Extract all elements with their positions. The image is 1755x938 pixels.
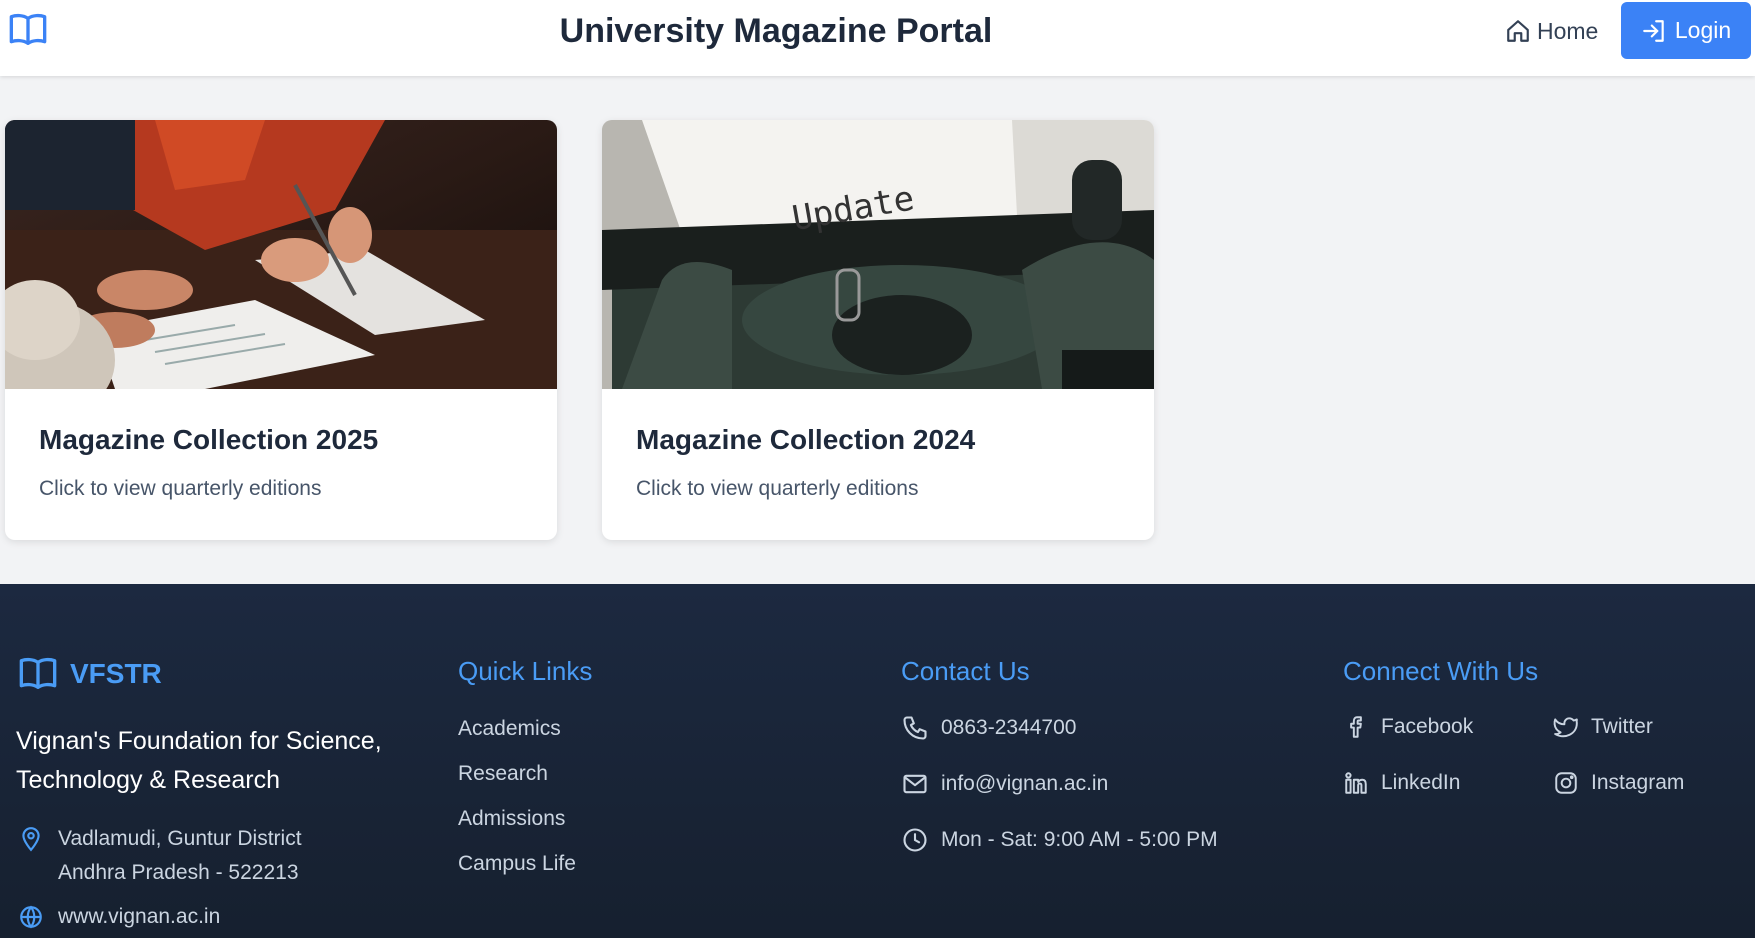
card-title: Magazine Collection 2024 xyxy=(636,424,976,455)
connect-heading: Connect With Us xyxy=(1343,656,1539,686)
phone-icon xyxy=(903,716,927,740)
home-link-label: Home xyxy=(1537,17,1599,44)
quick-link-research[interactable]: Research xyxy=(458,759,576,804)
brand-name: VFSTR xyxy=(70,658,162,689)
website-link[interactable]: www.vignan.ac.in xyxy=(18,900,220,934)
magazine-card-2024[interactable]: Update Magazine Collection 2024 Click to… xyxy=(602,120,1154,540)
institution-name: Vignan's Foundation for Science, Technol… xyxy=(16,727,382,794)
globe-icon xyxy=(20,905,42,929)
top-header: University Magazine Portal Home Login xyxy=(0,0,1755,76)
address: Vadlamudi, Guntur District Andhra Prades… xyxy=(18,822,302,890)
facebook-label: Facebook xyxy=(1381,715,1474,738)
social-twitter[interactable]: Twitter xyxy=(1553,714,1653,740)
website-label: www.vignan.ac.in xyxy=(58,905,221,928)
twitter-icon xyxy=(1553,717,1578,738)
home-link[interactable]: Home xyxy=(1505,15,1598,47)
card-subtitle: Click to view quarterly editions xyxy=(39,477,322,500)
facebook-icon xyxy=(1350,716,1362,738)
contact-hours: Mon - Sat: 9:00 AM - 5:00 PM xyxy=(901,826,1218,854)
site-footer: VFSTR Vignan's Foundation for Science, T… xyxy=(0,584,1755,938)
login-button[interactable]: Login xyxy=(1621,2,1751,59)
address-line-2: Andhra Pradesh - 522213 xyxy=(58,861,299,884)
page-title: University Magazine Portal xyxy=(559,12,993,50)
email-address: info@vignan.ac.in xyxy=(941,772,1109,795)
quick-link-campus-life[interactable]: Campus Life xyxy=(458,849,576,894)
twitter-label: Twitter xyxy=(1591,715,1653,738)
location-pin-icon xyxy=(22,827,40,852)
home-icon xyxy=(1507,20,1529,42)
open-book-icon xyxy=(19,657,57,689)
magazine-card-2025[interactable]: Magazine Collection 2025 Click to view q… xyxy=(5,120,557,540)
contact-email[interactable]: info@vignan.ac.in xyxy=(901,770,1108,798)
social-linkedin[interactable]: LinkedIn xyxy=(1343,770,1460,796)
card-image-typewriter: Update xyxy=(602,120,1154,389)
clock-icon xyxy=(903,828,927,852)
quick-link-admissions[interactable]: Admissions xyxy=(458,804,576,849)
contact-phone[interactable]: 0863-2344700 xyxy=(901,714,1076,742)
card-image-signing-documents xyxy=(5,120,557,389)
social-facebook[interactable]: Facebook xyxy=(1343,714,1473,740)
address-line-1: Vadlamudi, Guntur District xyxy=(58,827,302,850)
quick-links-list: Academics Research Admissions Campus Lif… xyxy=(458,714,576,894)
card-title: Magazine Collection 2025 xyxy=(39,424,379,455)
linkedin-label: LinkedIn xyxy=(1381,771,1461,794)
mail-icon xyxy=(903,774,927,794)
login-icon xyxy=(1643,19,1664,42)
instagram-icon xyxy=(1555,772,1577,794)
footer-brand: VFSTR xyxy=(16,654,162,694)
quick-link-academics[interactable]: Academics xyxy=(458,714,576,759)
instagram-label: Instagram xyxy=(1591,771,1685,794)
contact-heading: Contact Us xyxy=(901,656,1030,686)
social-instagram[interactable]: Instagram xyxy=(1553,770,1684,796)
office-hours: Mon - Sat: 9:00 AM - 5:00 PM xyxy=(941,828,1218,851)
login-button-label: Login xyxy=(1674,17,1732,43)
card-subtitle: Click to view quarterly editions xyxy=(636,477,919,500)
phone-number: 0863-2344700 xyxy=(941,716,1077,739)
quick-links-heading: Quick Links xyxy=(458,656,593,686)
linkedin-icon xyxy=(1345,772,1367,794)
